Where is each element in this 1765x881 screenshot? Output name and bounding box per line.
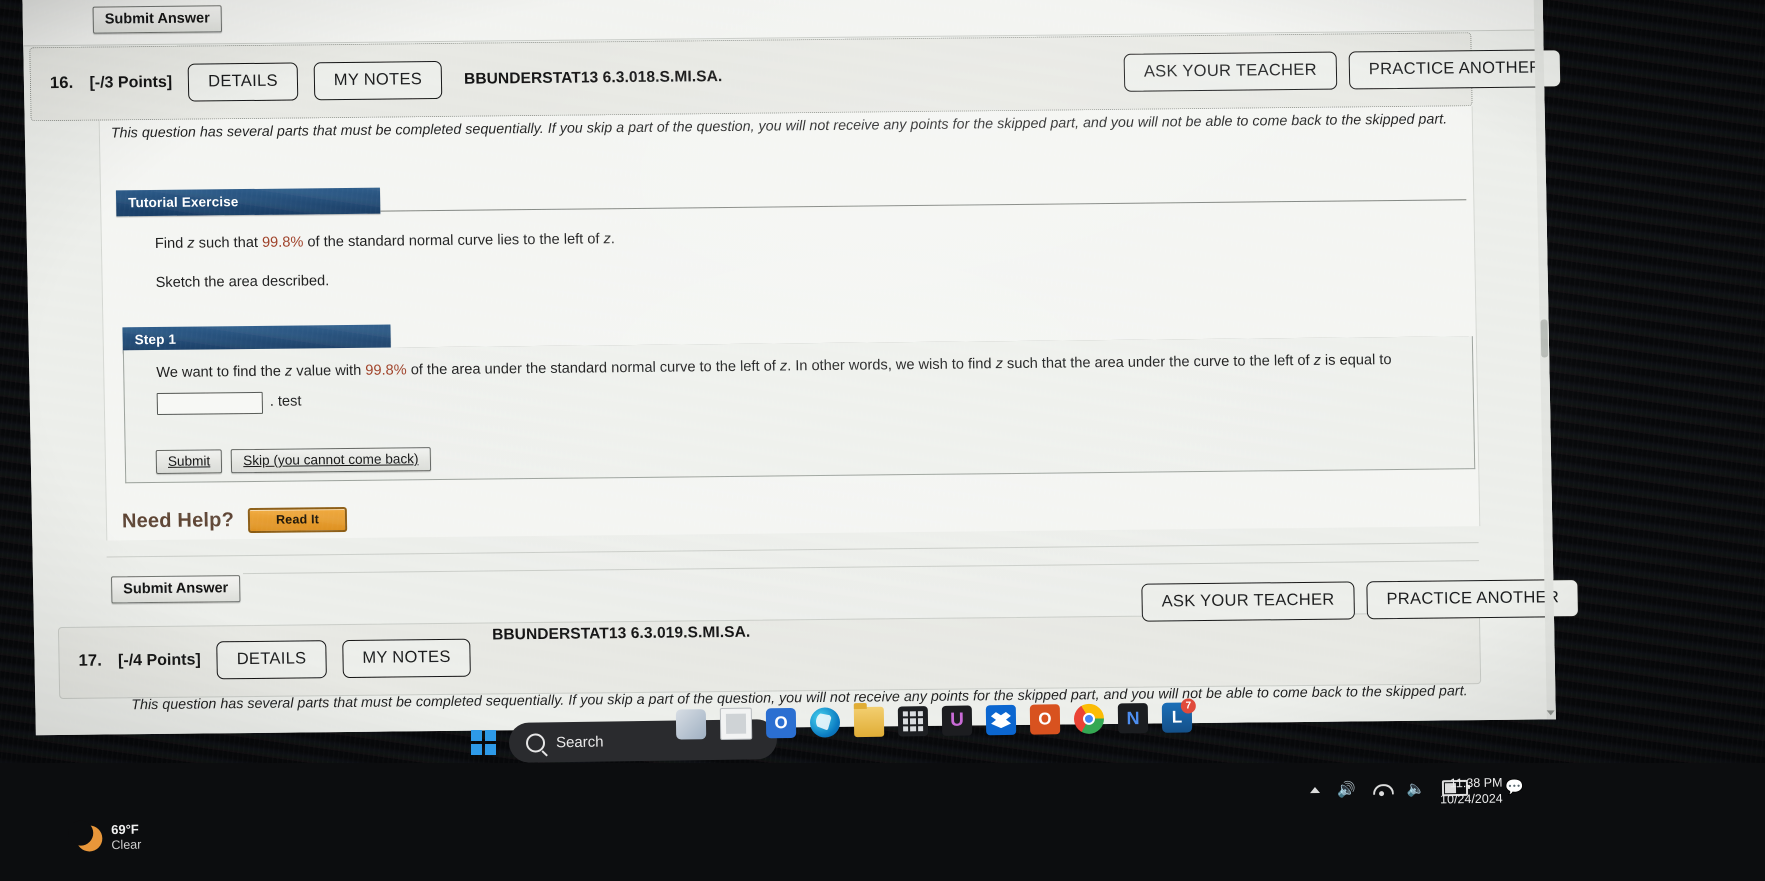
question-17-header: 17. [-/4 Points] DETAILS MY NOTES <box>78 638 472 681</box>
snipping-tool-icon[interactable] <box>675 709 707 740</box>
browser-viewport: Submit Answer 16. [-/3 Points] DETAILS M… <box>22 0 1580 736</box>
teams-icon[interactable] <box>1117 703 1149 734</box>
question-16-footer-line <box>242 560 1479 575</box>
step1-text-a: We want to find the <box>156 363 286 381</box>
office-icon[interactable] <box>1029 704 1061 735</box>
clock-date: 10/24/2024 <box>1440 791 1503 807</box>
dropbox-icon[interactable] <box>985 704 1017 736</box>
question-17-my-notes-button[interactable]: MY NOTES <box>342 638 472 678</box>
laptop-screen: Submit Answer 16. [-/3 Points] DETAILS M… <box>0 0 1636 738</box>
notepad-icon[interactable] <box>719 707 753 740</box>
step1-text-d: . In other words, we wish to find <box>787 356 996 375</box>
question-17-details-button[interactable]: DETAILS <box>216 640 327 679</box>
taskbar-app-icons: 7 <box>675 698 1196 742</box>
prompt-percent: 99.8% <box>261 234 304 251</box>
step-1-button-row: Submit Skip (you cannot come back) <box>155 447 431 474</box>
step1-text-b: value with <box>292 362 366 380</box>
step1-text-e: such that the area under the curve to th… <box>1002 352 1314 373</box>
prompt-period: . <box>610 231 616 248</box>
lockdown-browser-icon[interactable]: 7 <box>1161 698 1196 733</box>
question-17-ask-your-teacher-button[interactable]: ASK YOUR TEACHER <box>1141 581 1355 622</box>
question-16-my-notes-button[interactable]: MY NOTES <box>313 60 443 100</box>
outlook-icon[interactable] <box>765 707 797 739</box>
notification-bell-icon[interactable]: 💬 <box>1505 778 1524 796</box>
need-help-label: Need Help? <box>121 509 235 533</box>
question-16-ask-your-teacher-button[interactable]: ASK YOUR TEACHER <box>1123 51 1338 92</box>
prompt-find: Find <box>154 235 188 252</box>
tutorial-exercise-prompt: Find z such that 99.8% of the standard n… <box>155 219 1467 256</box>
ulearn-icon[interactable] <box>941 705 973 736</box>
step1-text-c: of the area under the standard normal cu… <box>406 358 781 379</box>
speaker-icon[interactable]: 🔊 <box>1337 781 1356 798</box>
read-it-button[interactable]: Read It <box>247 506 348 534</box>
windows-taskbar: 69°F Clear 🔊 🔈 11:38 PM 10/24/2024 💬 <box>0 763 1765 881</box>
tutorial-exercise-section: Tutorial Exercise Find z such that 99.8%… <box>115 176 1468 296</box>
step1-percent: 99.8% <box>365 362 407 379</box>
question-17-header-actions: ASK YOUR TEACHER PRACTICE ANOTHER <box>1141 579 1580 622</box>
app-grid-icon[interactable] <box>897 706 929 737</box>
search-icon <box>525 732 546 753</box>
search-placeholder-label: Search <box>555 733 604 751</box>
step-1-panel: We want to find the z value with 99.8% o… <box>122 336 1476 484</box>
photograph-of-laptop-screen: Submit Answer 16. [-/3 Points] DETAILS M… <box>0 0 1765 881</box>
weather-text: 69°F Clear <box>111 821 142 853</box>
step-1-answer-row: . test <box>156 390 302 415</box>
step-1-skip-button[interactable]: Skip (you cannot come back) <box>230 447 431 474</box>
question-17-number: 17. <box>78 651 103 671</box>
moon-icon <box>76 825 102 851</box>
weather-condition: Clear <box>111 837 142 853</box>
step-1-answer-input[interactable] <box>156 391 264 415</box>
tutorial-exercise-rule <box>380 199 1467 212</box>
question-16-details-button[interactable]: DETAILS <box>187 62 299 102</box>
question-17-points: [-/4 Points] <box>117 651 201 670</box>
weather-temperature: 69°F <box>111 821 139 838</box>
wifi-icon[interactable] <box>1373 782 1390 795</box>
step1-text-f: is equal to <box>1320 352 1392 369</box>
step-1-after-input-text: . test <box>269 393 302 410</box>
step-1-text: We want to find the z value with 99.8% o… <box>156 348 1456 385</box>
webassign-assignment-page: Submit Answer 16. [-/3 Points] DETAILS M… <box>22 0 1580 736</box>
chrome-icon[interactable] <box>1073 703 1105 735</box>
need-help-row: Need Help? Read It <box>121 506 348 534</box>
page-scrollbar-thumb[interactable] <box>1540 319 1549 358</box>
step-1-submit-button[interactable]: Submit <box>155 449 223 474</box>
prompt-such-that: such that <box>194 234 263 252</box>
question-16-header-actions: ASK YOUR TEACHER PRACTICE ANOTHER <box>1123 49 1562 92</box>
taskbar-weather-widget[interactable]: 69°F Clear <box>76 821 142 853</box>
tutorial-exercise-banner: Tutorial Exercise <box>115 187 381 217</box>
file-explorer-icon[interactable] <box>853 706 885 738</box>
volume-icon[interactable]: 🔈 <box>1407 780 1426 797</box>
question-16-bottom-divider <box>106 542 1479 558</box>
submit-answer-button-top[interactable]: Submit Answer <box>92 5 223 34</box>
question-16-code: BBUNDERSTAT13 6.3.018.S.MI.SA. <box>463 67 723 88</box>
show-hidden-icons-icon[interactable] <box>1309 786 1321 794</box>
question-16-points: [-/3 Points] <box>89 73 173 92</box>
question-16-submit-answer-button[interactable]: Submit Answer <box>110 575 241 604</box>
scrollbar-down-arrow[interactable] <box>1546 710 1555 716</box>
question-17-code: BBUNDERSTAT13 6.3.019.S.MI.SA. <box>491 623 751 644</box>
taskbar-clock[interactable]: 11:38 PM 10/24/2024 <box>1440 776 1503 808</box>
question-16-practice-another-button[interactable]: PRACTICE ANOTHER <box>1348 49 1562 89</box>
question-16-header: 16. [-/3 Points] DETAILS MY NOTES BBUNDE… <box>50 58 723 103</box>
windows-start-icon[interactable] <box>471 730 496 755</box>
clock-time: 11:38 PM <box>1449 775 1503 791</box>
prompt-tail: of the standard normal curve lies to the… <box>303 231 604 251</box>
question-16-number: 16. <box>49 74 74 93</box>
edge-icon[interactable] <box>809 707 841 738</box>
